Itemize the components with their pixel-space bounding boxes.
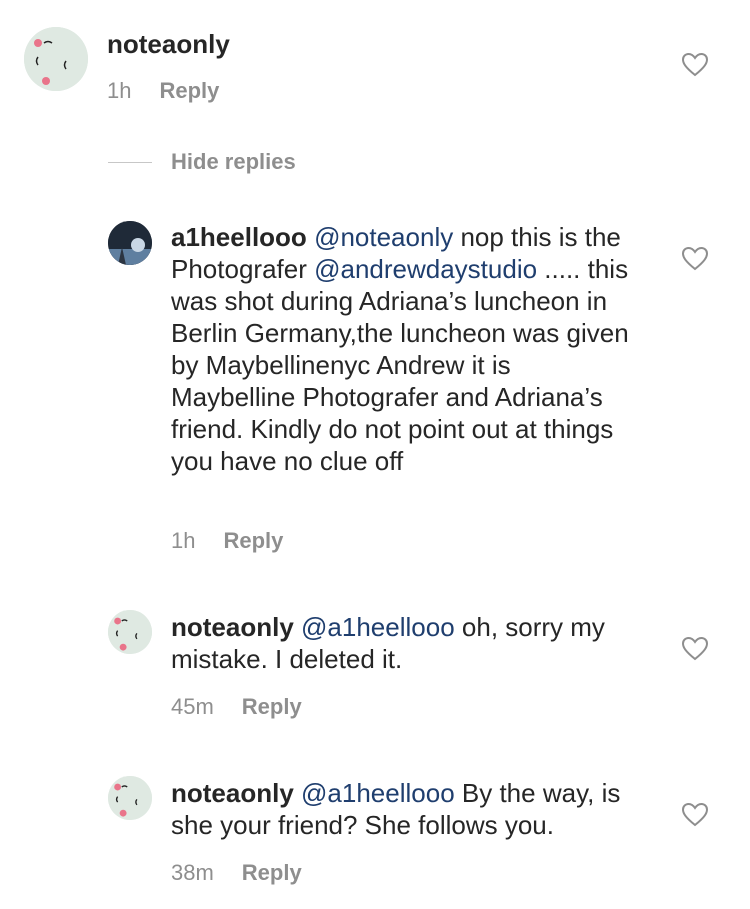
comment-body: ..... this was shot during Adriana’s lun… [171, 254, 629, 476]
comment-username[interactable]: noteaonly [107, 29, 230, 59]
comment-meta: 1h Reply [171, 528, 283, 554]
comment-time: 45m [171, 694, 214, 719]
reply-button[interactable]: Reply [242, 694, 302, 719]
comment-meta: 38m Reply [171, 860, 302, 886]
avatar[interactable] [24, 27, 88, 91]
like-button[interactable] [681, 52, 709, 78]
landscape-avatar-icon [108, 221, 152, 265]
comment-username[interactable]: noteaonly [171, 612, 294, 642]
heart-icon [681, 246, 709, 271]
face-sleepy-avatar-icon [108, 610, 152, 654]
heart-icon [681, 636, 709, 661]
comment-time: 1h [107, 78, 132, 103]
mention-link[interactable]: @noteaonly [314, 222, 453, 252]
comment-time: 38m [171, 860, 214, 885]
reply-button[interactable]: Reply [223, 528, 283, 553]
comment: a1heellooo @noteaonly nop this is the Ph… [171, 221, 636, 477]
face-sleepy-avatar-icon [108, 776, 152, 820]
comment-meta: 45m Reply [171, 694, 302, 720]
comment-time: 1h [171, 528, 196, 553]
comment-text: @noteaonly nop this is the Photografer @… [171, 222, 629, 476]
hide-replies-button[interactable]: Hide replies [171, 149, 296, 175]
comment: noteaonly [107, 28, 667, 60]
heart-icon [681, 802, 709, 827]
face-sleepy-avatar-icon [24, 27, 88, 91]
like-button[interactable] [681, 246, 709, 272]
heart-icon [681, 52, 709, 77]
comment-username[interactable]: a1heellooo [171, 222, 307, 252]
like-button[interactable] [681, 802, 709, 828]
comment: noteaonly @a1heellooo By the way, is she… [171, 777, 636, 841]
avatar[interactable] [108, 776, 152, 820]
comment-username[interactable]: noteaonly [171, 778, 294, 808]
reply-button[interactable]: Reply [242, 860, 302, 885]
divider [108, 162, 152, 163]
avatar[interactable] [108, 221, 152, 265]
mention-link[interactable]: @andrewdaystudio [314, 254, 537, 284]
mention-link[interactable]: @a1heellooo [301, 778, 455, 808]
mention-link[interactable]: @a1heellooo [301, 612, 455, 642]
avatar[interactable] [108, 610, 152, 654]
comment-meta: 1h Reply [107, 78, 219, 104]
comment: noteaonly @a1heellooo oh, sorry my mista… [171, 611, 636, 675]
reply-button[interactable]: Reply [159, 78, 219, 103]
like-button[interactable] [681, 636, 709, 662]
